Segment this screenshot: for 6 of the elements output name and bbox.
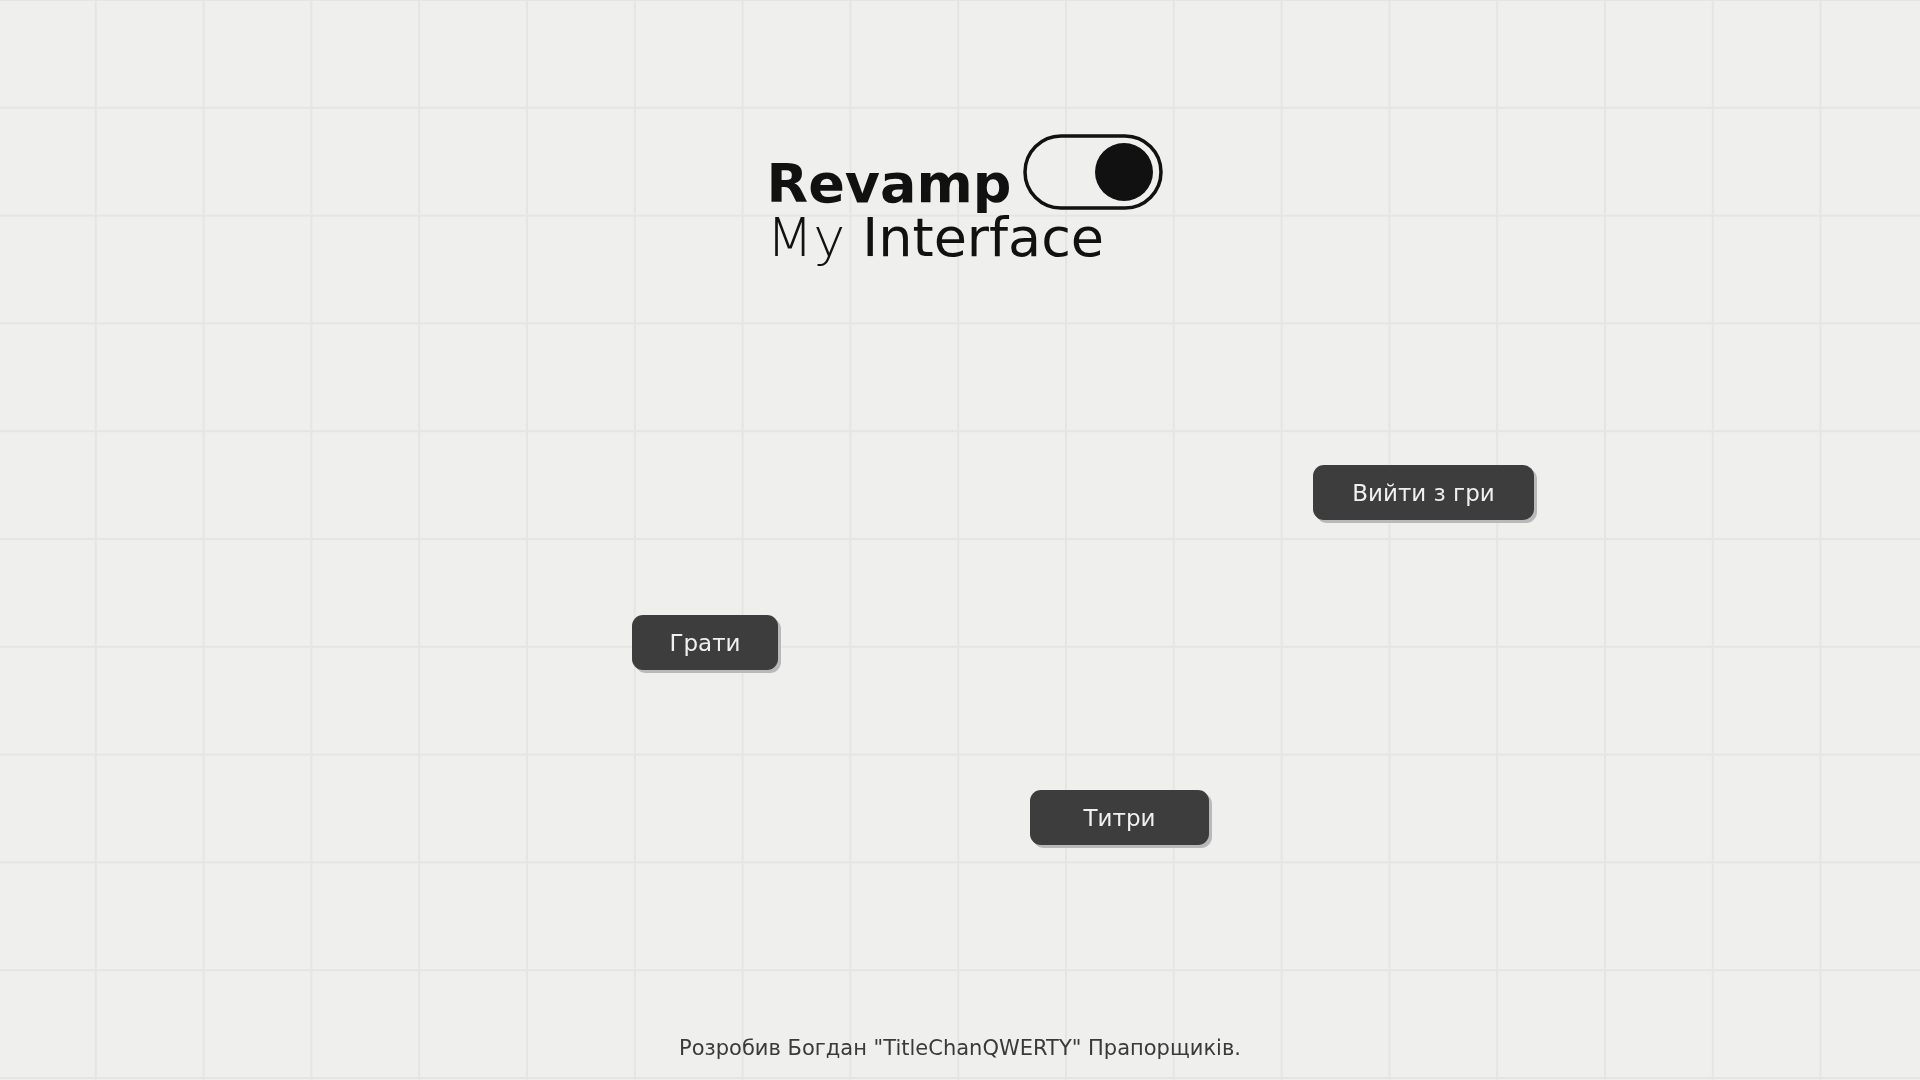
- menu-button[interactable]: Вийти з гри: [1313, 465, 1534, 520]
- logo-title: Revamp: [766, 157, 1012, 211]
- menu-button[interactable]: Грати: [632, 615, 778, 670]
- credits-text: Розробив Богдан "TitleChanQWERTY" Прапорщиків.: [679, 1036, 1241, 1060]
- menu-button[interactable]: Титри: [1030, 790, 1209, 845]
- toggle-icon: [1023, 134, 1164, 210]
